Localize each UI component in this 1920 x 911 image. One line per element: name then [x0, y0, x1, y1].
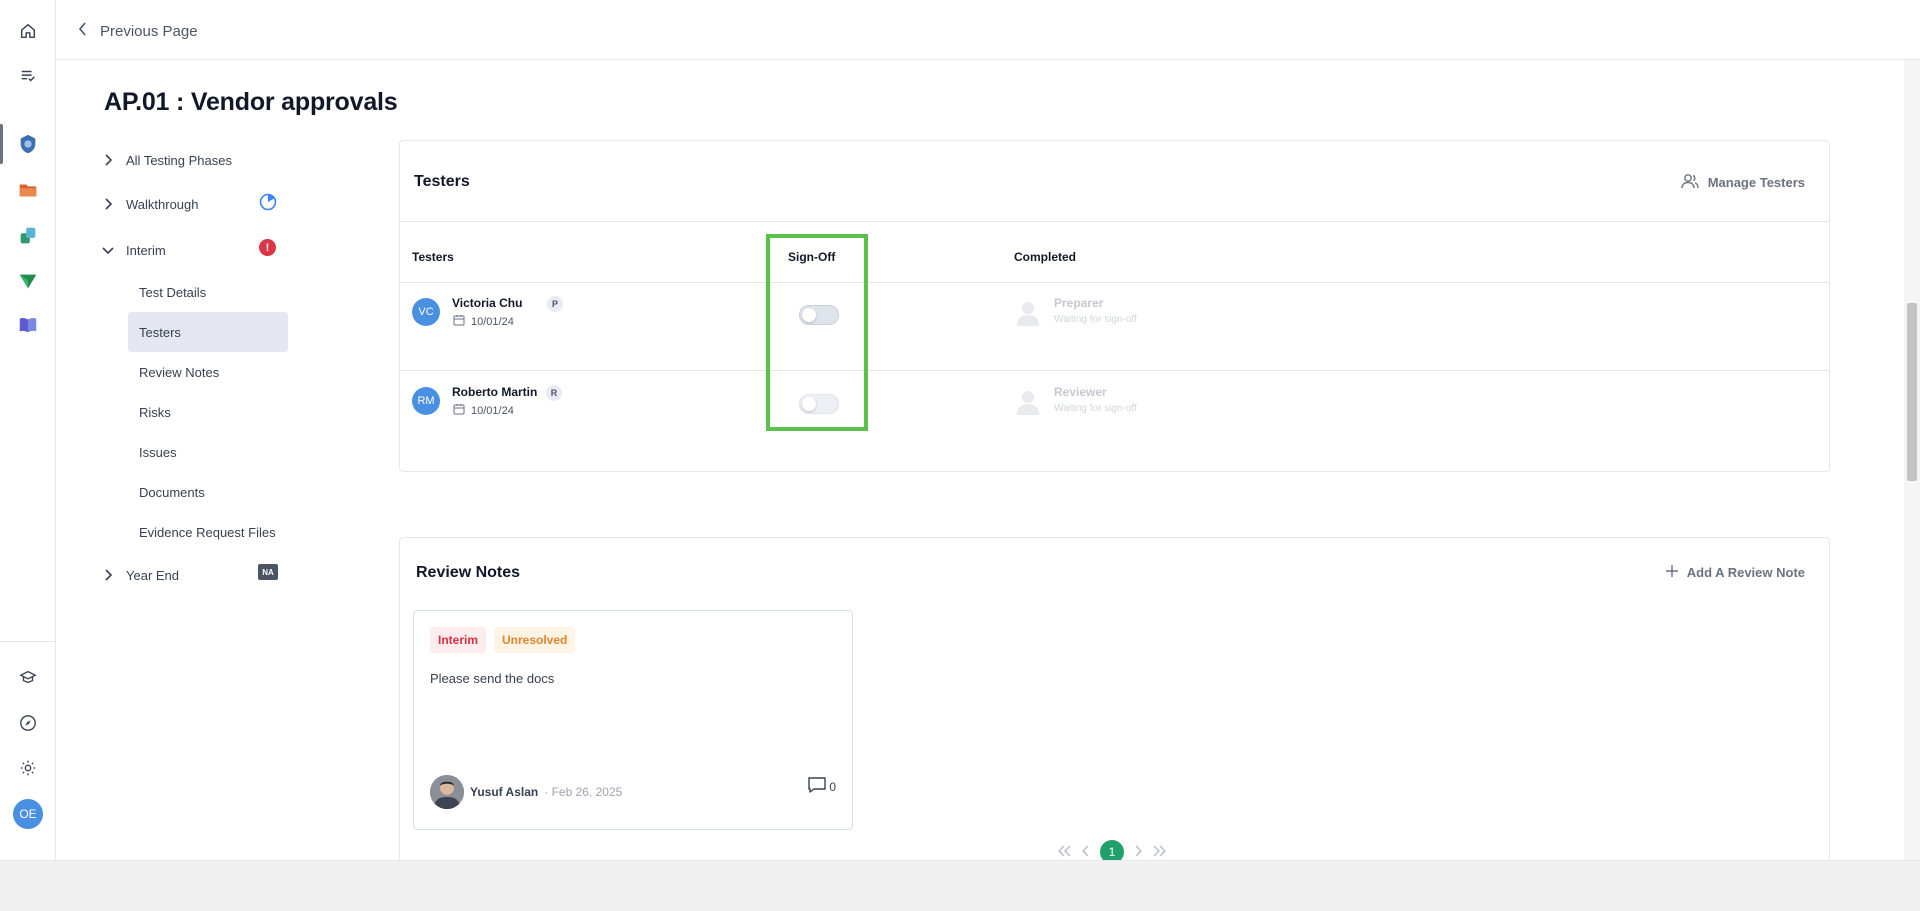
manage-testers-label: Manage Testers [1707, 175, 1805, 190]
app-root: OE Previous Page AP.01 : Vendor approval… [0, 0, 1920, 911]
manage-testers-button[interactable]: Manage Testers [1680, 173, 1805, 192]
compass-icon[interactable] [14, 709, 42, 737]
vertical-scrollbar[interactable] [1904, 60, 1920, 860]
sign-off-toggle[interactable] [799, 305, 839, 325]
sub-item-issues[interactable]: Issues [128, 432, 288, 472]
author-avatar [430, 775, 464, 809]
author-name: Yusuf Aslan [470, 785, 539, 799]
role-badge: P [547, 296, 563, 312]
alert-badge-icon: ! [259, 239, 276, 256]
role-badge: R [546, 385, 562, 401]
sub-item-evidence-request-files[interactable]: Evidence Request Files [128, 512, 288, 552]
column-header-testers: Testers [412, 250, 454, 264]
progress-pie-icon [259, 193, 277, 216]
row-divider [400, 370, 1829, 371]
plus-icon [1665, 564, 1679, 581]
note-date: · Feb 26, 2025 [544, 785, 623, 799]
phase-label: Interim [126, 242, 166, 258]
scrollbar-thumb[interactable] [1907, 303, 1917, 481]
sub-item-testers[interactable]: Testers [128, 312, 288, 352]
left-rail: OE [0, 0, 56, 860]
sub-item-test-details[interactable]: Test Details [128, 272, 288, 312]
calendar-icon [453, 403, 465, 418]
note-text: Please send the docs [430, 671, 555, 686]
sub-item-review-notes[interactable]: Review Notes [128, 352, 288, 392]
sub-item-risks[interactable]: Risks [128, 392, 288, 432]
chevron-left-icon [78, 22, 88, 41]
tester-avatar: RM [412, 387, 440, 415]
add-review-note-label: Add A Review Note [1686, 565, 1805, 580]
testers-card-title: Testers [414, 173, 470, 190]
rail-divider [0, 641, 56, 642]
chevron-right-icon [100, 569, 116, 581]
phase-interim[interactable]: Interim [100, 238, 166, 262]
column-header-completed: Completed [1014, 250, 1077, 264]
book-icon[interactable] [14, 311, 42, 339]
prev-page-icon[interactable] [1082, 845, 1090, 860]
phase-label: Walkthrough [126, 196, 199, 212]
tester-name: Victoria Chu [452, 296, 523, 310]
controls-shield-icon[interactable] [14, 130, 42, 158]
phase-year-end[interactable]: Year End [100, 563, 179, 587]
phase-all-testing[interactable]: All Testing Phases [100, 148, 232, 172]
preparer-placeholder-avatar-icon [1014, 298, 1042, 326]
user-avatar[interactable]: OE [13, 799, 43, 829]
bottom-bar [0, 860, 1920, 911]
tester-date: 10/01/24 [453, 403, 514, 418]
rail-active-indicator [0, 124, 3, 164]
sync-icon[interactable] [14, 222, 42, 250]
add-review-note-button[interactable]: Add A Review Note [1665, 564, 1805, 581]
chevron-right-icon [100, 154, 116, 166]
previous-page-label: Previous Page [100, 23, 198, 40]
calendar-icon [453, 314, 465, 329]
column-header-sign-off: Sign-Off [788, 250, 836, 264]
comment-icon [807, 776, 827, 797]
tester-date: 10/01/24 [453, 314, 514, 329]
completed-role: Reviewer [1054, 385, 1107, 399]
phase-tag: Interim [430, 627, 487, 653]
tester-name: Roberto Martin [452, 385, 538, 399]
completed-role: Preparer [1054, 296, 1104, 310]
phase-walkthrough[interactable]: Walkthrough [100, 192, 199, 216]
review-notes-card: Review Notes Add A Review Note Interim U… [399, 537, 1830, 873]
page-title: AP.01 : Vendor approvals [104, 88, 398, 116]
next-page-icon[interactable] [1134, 845, 1142, 860]
review-notes-card-title: Review Notes [416, 564, 521, 581]
sub-item-documents[interactable]: Documents [128, 472, 288, 512]
top-bar [56, 0, 1920, 60]
phase-label: Year End [126, 567, 180, 583]
review-note-card[interactable]: Interim Unresolved Please send the docs … [413, 610, 853, 830]
status-tag: Unresolved [494, 627, 576, 653]
table-header-divider [400, 282, 1829, 283]
learning-cap-icon[interactable] [14, 663, 42, 691]
phase-label: All Testing Phases [126, 152, 232, 168]
toggle-knob [802, 397, 816, 411]
note-footer: Yusuf Aslan · Feb 26, 2025 [430, 775, 622, 809]
settings-gear-icon[interactable] [14, 754, 42, 782]
completed-status: Waiting for sign-off [1054, 403, 1137, 414]
task-list-icon[interactable] [14, 62, 42, 90]
last-page-icon[interactable] [1152, 845, 1166, 860]
chevron-right-icon [100, 198, 116, 210]
previous-page-link[interactable]: Previous Page [78, 22, 198, 41]
tester-avatar: VC [412, 298, 440, 326]
users-icon [1680, 173, 1700, 192]
toggle-knob [802, 308, 816, 322]
completed-status: Waiting for sign-off [1054, 314, 1137, 325]
card-divider [400, 221, 1829, 222]
reviewer-placeholder-avatar-icon [1014, 387, 1042, 415]
sign-off-toggle[interactable] [799, 394, 839, 414]
testers-card: Testers Manage Testers Testers Sign-Off … [399, 140, 1830, 472]
send-icon[interactable] [14, 267, 42, 295]
folder-icon[interactable] [14, 176, 42, 204]
first-page-icon[interactable] [1058, 845, 1072, 860]
chevron-down-icon [100, 246, 116, 254]
comments-count[interactable]: 0 [807, 776, 836, 797]
home-icon[interactable] [14, 17, 42, 45]
na-badge: NA [258, 564, 278, 580]
